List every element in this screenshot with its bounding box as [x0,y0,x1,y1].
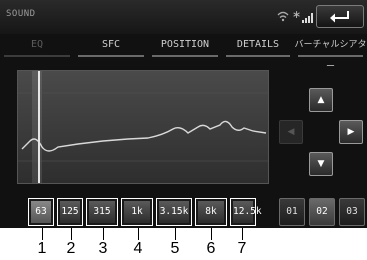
tab-details-label: DETAILS [236,39,280,50]
tab-eq[interactable]: EQ [0,34,74,58]
tab-bar: EQ SFC POSITION DETAILS バーチャルシアター [0,34,367,72]
band-button-1k[interactable]: 1k [121,198,153,226]
tab-position-label: POSITION [160,39,210,50]
bluetooth-icon: ∗ [292,8,302,21]
callout-line [211,228,212,240]
back-button[interactable] [316,5,364,28]
back-arrow-icon [330,11,349,23]
band-label: 63 [31,201,51,223]
band-label: 3.15k [159,201,189,223]
tab-sfc-label: SFC [101,39,121,50]
top-bar: SOUND ∗ [0,0,367,34]
callout-line [175,228,176,240]
tab-virtual-theater[interactable]: バーチャルシアター [294,34,367,72]
selected-band-marker [38,71,40,183]
band-button-315[interactable]: 315 [86,198,118,226]
band-button-125[interactable]: 125 [57,198,83,226]
wifi-icon [277,11,289,22]
callout-1: 1 [37,240,47,257]
tab-eq-label: EQ [30,39,44,50]
band-button-3-15k[interactable]: 3.15k [156,198,192,226]
band-button-12-5k[interactable]: 12.5k [230,198,262,226]
callout-line [42,228,43,240]
eq-curve-line [21,120,267,152]
callout-line [103,228,104,240]
callout-4: 4 [133,240,143,257]
callout-line [242,228,243,240]
left-arrow-button[interactable]: ◀ [279,120,303,144]
tab-position[interactable]: POSITION [148,34,222,58]
right-arrow-button[interactable]: ▶ [339,120,363,144]
callout-6: 6 [206,240,216,257]
band-label: 125 [60,201,80,223]
callout-line [138,228,139,240]
callout-3: 3 [98,240,108,257]
preset-button-03[interactable]: 03 [339,198,365,226]
callout-numbers: 1 2 3 4 5 6 7 [0,228,367,260]
eq-curve [18,92,268,162]
band-label: 315 [89,201,115,223]
eq-curve-graph [17,70,269,184]
signal-icon [302,13,313,23]
tab-sfc[interactable]: SFC [74,34,148,58]
band-button-63[interactable]: 63 [28,198,54,226]
band-label: 1k [124,201,150,223]
band-label: 12.5k [233,201,262,223]
band-button-8k[interactable]: 8k [195,198,227,226]
sound-screen: SOUND ∗ EQ SFC POSITION DETAILS バーチャルシアタ… [0,0,367,228]
screen-title: SOUND [6,9,36,19]
callout-2: 2 [66,240,76,257]
preset-button-01[interactable]: 01 [279,198,305,226]
callout-5: 5 [170,240,180,257]
callout-line [71,228,72,240]
band-label: 8k [198,201,224,223]
callout-7: 7 [237,240,247,257]
preset-button-02[interactable]: 02 [309,198,335,226]
down-arrow-button[interactable]: ▼ [309,152,333,176]
tab-details[interactable]: DETAILS [222,34,294,58]
up-arrow-button[interactable]: ▲ [309,88,333,112]
